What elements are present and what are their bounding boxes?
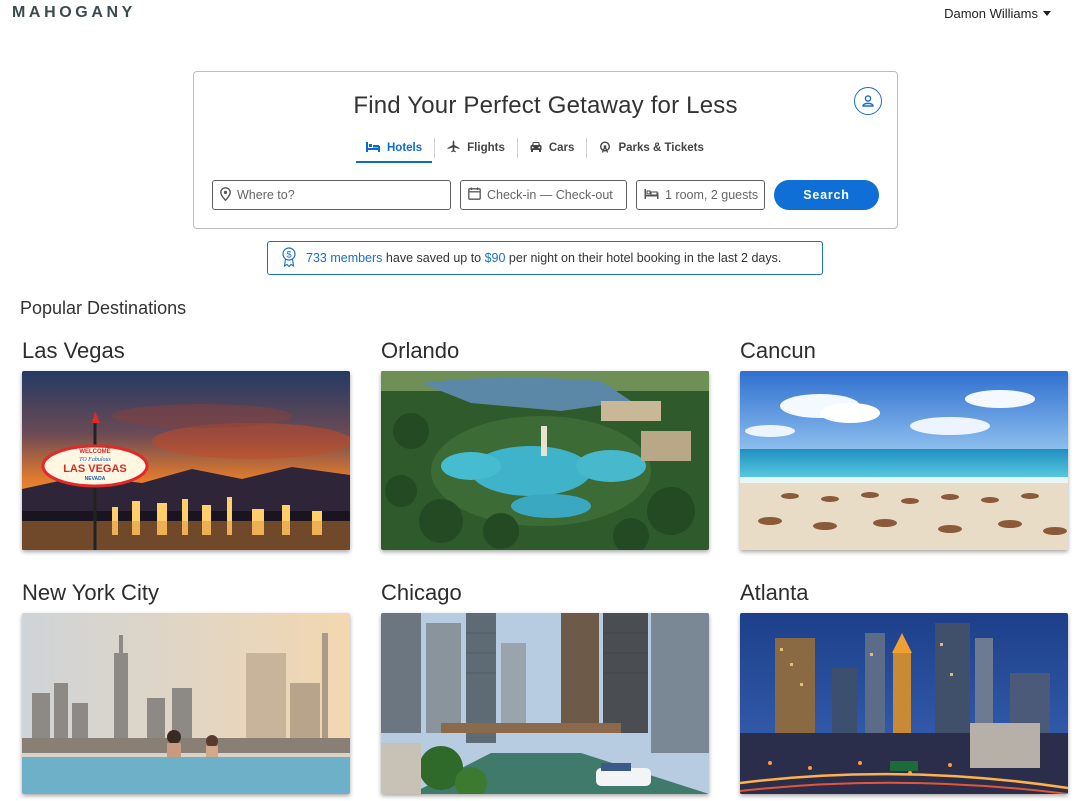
members-count[interactable]: 733 members (306, 251, 382, 265)
destination-input[interactable]: Where to? (212, 180, 451, 210)
dates-placeholder: Check-in — Check-out (487, 188, 613, 202)
tab-hotels[interactable]: Hotels (354, 134, 434, 163)
ferris-wheel-icon (599, 140, 611, 156)
tab-label: Hotels (387, 142, 423, 154)
car-icon (530, 141, 542, 155)
svg-text:$: $ (286, 249, 291, 259)
cancun-image[interactable] (740, 371, 1068, 550)
product-tabs: Hotels Flights Cars Parks & Tickets (354, 134, 716, 163)
savings-banner: $ 733 members have saved up to $90 per n… (267, 241, 823, 275)
savings-end: per night on their hotel booking in the … (505, 251, 782, 265)
savings-mid: have saved up to (382, 251, 485, 265)
savings-text: 733 members have saved up to $90 per nig… (306, 251, 781, 265)
guests-value: 1 room, 2 guests (665, 188, 759, 202)
dates-field[interactable]: Check-in — Check-out (460, 180, 627, 210)
search-button[interactable]: Search (774, 180, 879, 210)
savings-ribbon-icon: $ (282, 246, 296, 270)
destination-placeholder: Where to? (237, 188, 295, 202)
guests-field[interactable]: 1 room, 2 guests (636, 180, 765, 210)
tab-label: Parks & Tickets (618, 142, 704, 154)
popular-destinations-heading: Popular Destinations (20, 298, 187, 318)
brand-logo[interactable]: MAHOGANY (12, 4, 136, 22)
user-menu[interactable]: Damon Williams (944, 6, 1051, 21)
tab-flights[interactable]: Flights (435, 134, 517, 162)
calendar-icon (468, 187, 481, 203)
new-york-city-image[interactable] (22, 613, 350, 794)
destination-title[interactable]: Chicago (381, 580, 462, 606)
sign-welcome: WELCOME (79, 449, 110, 455)
user-name: Damon Williams (944, 6, 1038, 21)
las-vegas-image[interactable]: WELCOME TO Fabulous LAS VEGAS NEVADA (22, 371, 350, 550)
search-card: Find Your Perfect Getaway for Less Hotel… (193, 71, 898, 229)
orlando-image[interactable] (381, 371, 709, 550)
destination-title[interactable]: Orlando (381, 338, 459, 364)
tab-label: Cars (548, 142, 575, 154)
search-title: Find Your Perfect Getaway for Less (353, 92, 738, 119)
bed-icon (644, 188, 659, 202)
destination-title[interactable]: Atlanta (740, 580, 809, 606)
atlanta-image[interactable] (740, 613, 1068, 794)
destination-title[interactable]: Cancun (740, 338, 816, 364)
tab-parks-tickets[interactable]: Parks & Tickets (587, 134, 715, 162)
tab-label: Flights (467, 142, 505, 154)
sign-las-vegas: LAS VEGAS (63, 463, 127, 475)
tab-cars[interactable]: Cars (518, 134, 587, 162)
bed-icon (366, 141, 380, 155)
sign-nevada: NEVADA (85, 476, 106, 482)
profile-icon[interactable] (854, 87, 882, 115)
chicago-image[interactable] (381, 613, 709, 794)
caret-down-icon (1043, 11, 1051, 16)
location-pin-icon (220, 186, 231, 204)
destination-title[interactable]: Las Vegas (22, 338, 125, 364)
destination-title[interactable]: New York City (22, 580, 159, 606)
savings-amount: $90 (484, 251, 506, 265)
plane-icon (447, 140, 460, 156)
